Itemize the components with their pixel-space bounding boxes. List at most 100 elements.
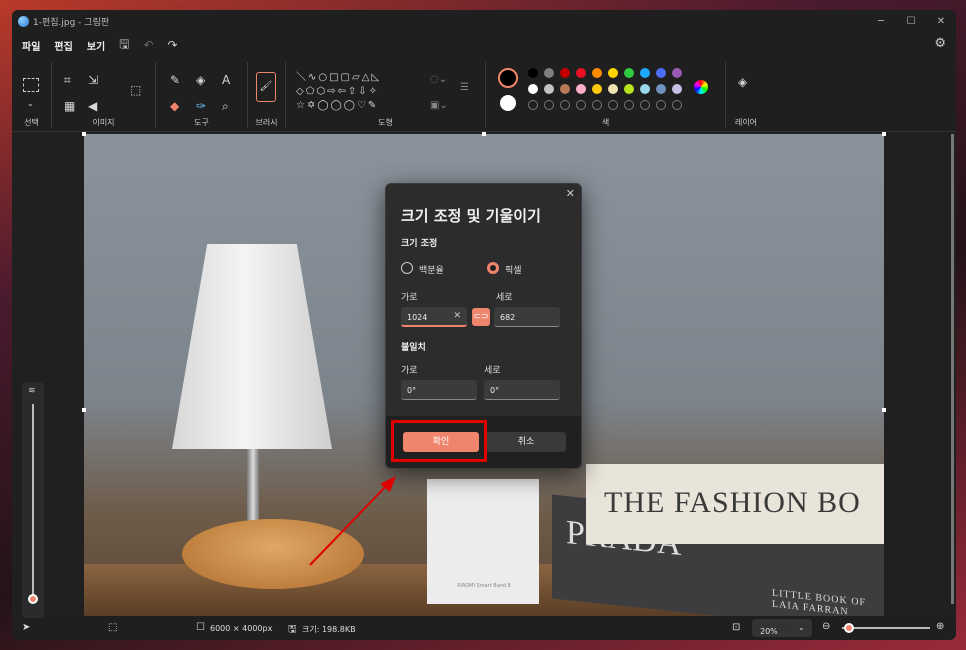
- zoom-select[interactable]: 20% ⌄: [752, 619, 812, 637]
- undo-icon[interactable]: ↶: [143, 38, 153, 52]
- brush-icon[interactable]: 🖌: [256, 72, 276, 102]
- color-wheel-icon[interactable]: [694, 80, 708, 94]
- redo-icon[interactable]: ↷: [168, 38, 178, 52]
- primary-color-swatch[interactable]: [498, 68, 518, 88]
- custom-color-slot[interactable]: [640, 100, 650, 110]
- width-input[interactable]: 1024 ✕: [401, 307, 467, 327]
- custom-color-slot[interactable]: [560, 100, 570, 110]
- color-swatch[interactable]: [528, 84, 538, 94]
- aspect-lock-icon[interactable]: ⊂⊃: [472, 308, 490, 326]
- slider-knob[interactable]: [28, 594, 38, 604]
- custom-color-slot[interactable]: [528, 100, 538, 110]
- custom-color-slot[interactable]: [624, 100, 634, 110]
- resize-handle[interactable]: [882, 132, 886, 136]
- skew-vertical-value: 0°: [490, 386, 500, 395]
- zoom-out-icon[interactable]: ⊖: [822, 621, 830, 632]
- color-swatch[interactable]: [592, 84, 602, 94]
- shapes-row1-icons[interactable]: ＼∿○□▢▱△◺: [296, 72, 381, 84]
- color-swatch[interactable]: [544, 84, 554, 94]
- color-swatch[interactable]: [608, 84, 618, 94]
- secondary-color-swatch[interactable]: [500, 95, 516, 111]
- height-input[interactable]: 682: [494, 307, 560, 327]
- color-swatch[interactable]: [608, 68, 618, 78]
- resize-handle[interactable]: [882, 408, 886, 412]
- color-swatch[interactable]: [592, 68, 602, 78]
- chevron-down-icon[interactable]: ⌄: [27, 98, 34, 110]
- menu-file[interactable]: 파일: [22, 38, 40, 53]
- color-swatch[interactable]: [544, 68, 554, 78]
- custom-color-slot[interactable]: [592, 100, 602, 110]
- resize-icon[interactable]: ⇲: [88, 74, 98, 86]
- background-removal-icon[interactable]: ▦: [64, 100, 75, 112]
- custom-color-slot[interactable]: [544, 100, 554, 110]
- menu-edit[interactable]: 편집: [54, 38, 72, 53]
- pointer-icon: ➤: [22, 622, 31, 633]
- custom-color-slot[interactable]: [608, 100, 618, 110]
- resize-handle[interactable]: [482, 132, 486, 136]
- skew-vertical-input[interactable]: 0°: [484, 380, 560, 400]
- dialog-title: 크기 조정 및 기울이기: [401, 207, 541, 225]
- color-swatch[interactable]: [624, 84, 634, 94]
- zoom-slider-knob[interactable]: [844, 623, 854, 633]
- fill-style-icon[interactable]: ▣⌄: [430, 100, 448, 112]
- outline-icon[interactable]: ◌⌄: [430, 74, 447, 86]
- color-swatch[interactable]: [640, 68, 650, 78]
- skew-horizontal-input[interactable]: 0°: [401, 380, 477, 400]
- maximize-icon[interactable]: ☐: [896, 10, 926, 32]
- custom-color-slot[interactable]: [656, 100, 666, 110]
- fill-icon[interactable]: ◈: [196, 74, 205, 86]
- magnifier-icon[interactable]: ⌕: [222, 100, 229, 112]
- cancel-button[interactable]: 취소: [486, 432, 566, 452]
- selection-icon[interactable]: [23, 78, 39, 92]
- shapes-row2-icons[interactable]: ◇⬠⬡⇨⇦⇧⇩✧: [296, 86, 379, 98]
- custom-color-slot[interactable]: [576, 100, 586, 110]
- image-group: ⌗ ⇲ ▦ ◀ ⬚ 이미지: [52, 62, 156, 128]
- vertical-scrollbar[interactable]: [951, 134, 954, 604]
- image-generator-icon[interactable]: ⬚: [130, 84, 141, 96]
- text-icon[interactable]: A: [222, 74, 230, 86]
- layers-label: 레이어: [734, 118, 758, 127]
- percent-label: 백분율: [419, 266, 444, 276]
- color-swatch[interactable]: [576, 68, 586, 78]
- dialog-close-icon[interactable]: ✕: [566, 187, 575, 200]
- fit-window-icon[interactable]: ⊡: [732, 622, 740, 633]
- eraser-icon[interactable]: ◆: [170, 100, 179, 112]
- resize-handle[interactable]: [82, 408, 86, 412]
- width-value: 1024: [407, 313, 428, 322]
- color-swatch[interactable]: [656, 68, 666, 78]
- color-swatch[interactable]: [624, 68, 634, 78]
- color-swatch[interactable]: [576, 84, 586, 94]
- shapes-row3-icons[interactable]: ☆✡◯◯◯♡✎: [296, 100, 378, 112]
- zoom-in-icon[interactable]: ⊕: [936, 621, 944, 632]
- vertical-zoom-slider[interactable]: ≋: [22, 382, 44, 618]
- menu-view[interactable]: 보기: [87, 38, 105, 53]
- zoom-slider-track[interactable]: [842, 627, 930, 629]
- crop-icon[interactable]: ⌗: [64, 74, 71, 86]
- color-swatch[interactable]: [672, 84, 682, 94]
- pencil-icon[interactable]: ✎: [170, 74, 180, 86]
- color-swatch[interactable]: [640, 84, 650, 94]
- status-bar: ➤ ⬚ ☐ 6000 × 4000px 🖫 크기: 198.8KB ⊡ 20% ⌄…: [12, 616, 956, 640]
- book2-subtitle: LITTLE BOOK OF LAIA FARRAN: [772, 587, 866, 616]
- resize-handle[interactable]: [82, 132, 86, 136]
- width-label: 가로: [401, 293, 418, 303]
- color-swatch[interactable]: [656, 84, 666, 94]
- settings-gear-icon[interactable]: ⚙: [934, 36, 946, 51]
- color-swatch[interactable]: [560, 84, 570, 94]
- custom-color-slot[interactable]: [672, 100, 682, 110]
- clear-icon[interactable]: ✕: [453, 311, 461, 321]
- percent-radio[interactable]: [401, 262, 413, 274]
- color-swatch[interactable]: [672, 68, 682, 78]
- color-picker-icon[interactable]: ✑: [196, 100, 206, 112]
- color-swatch[interactable]: [560, 68, 570, 78]
- save-icon[interactable]: 🖫: [119, 35, 129, 56]
- close-window-icon[interactable]: ✕: [926, 10, 956, 32]
- lamp-shade: [172, 244, 332, 449]
- file-size-icon: 🖫: [288, 624, 297, 635]
- layers-icon[interactable]: ◈: [738, 76, 747, 88]
- shape-size-icon[interactable]: ☰: [460, 82, 469, 94]
- minimize-icon[interactable]: ─: [866, 10, 896, 32]
- pixel-radio[interactable]: [487, 262, 499, 274]
- color-swatch[interactable]: [528, 68, 538, 78]
- rotate-icon[interactable]: ◀: [88, 100, 97, 112]
